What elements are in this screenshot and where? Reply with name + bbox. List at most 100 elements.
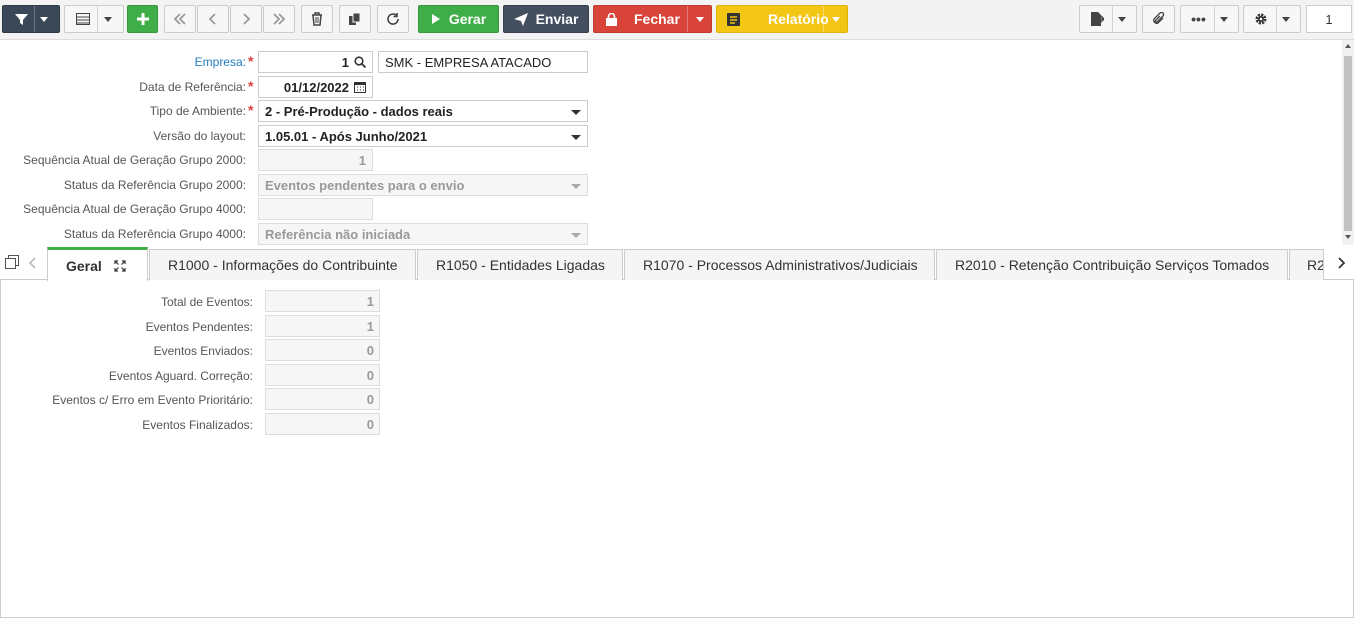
filter-dropdown-button[interactable] bbox=[2, 5, 60, 33]
fechar-dropdown-button[interactable]: Fechar bbox=[593, 5, 712, 33]
settings-dropdown-button[interactable] bbox=[1243, 5, 1301, 33]
previous-record-button[interactable] bbox=[197, 5, 229, 33]
seq-2000-field: 1 bbox=[258, 149, 373, 171]
chevron-down-icon bbox=[1219, 16, 1228, 22]
page-number-input[interactable]: 1 bbox=[1306, 5, 1352, 33]
tipo-ambiente-select[interactable]: 2 - Pré-Produção - dados reais bbox=[258, 100, 588, 122]
scroll-up-icon[interactable] bbox=[1345, 44, 1351, 48]
empresa-label[interactable]: Empresa: bbox=[195, 55, 246, 69]
chevron-down-icon bbox=[104, 16, 112, 22]
scroll-down-icon[interactable] bbox=[1345, 235, 1351, 239]
empresa-code-value: 1 bbox=[341, 54, 349, 70]
attachment-button[interactable] bbox=[1142, 5, 1175, 33]
plus-icon bbox=[136, 12, 150, 26]
chevron-down-icon bbox=[1282, 16, 1290, 22]
total-eventos-label: Total de Eventos: bbox=[160, 295, 253, 309]
grid-view-dropdown-button[interactable] bbox=[64, 5, 124, 33]
gerar-button[interactable]: Gerar bbox=[418, 5, 499, 33]
tab-r2010[interactable]: R2010 - Retenção Contribuição Serviços T… bbox=[936, 249, 1288, 280]
eventos-erro-prioritario-field: 0 bbox=[265, 388, 380, 410]
play-icon bbox=[431, 14, 441, 24]
search-icon[interactable] bbox=[354, 56, 366, 68]
total-eventos-field: 1 bbox=[265, 290, 380, 312]
status-4000-value: Referência não iniciada bbox=[265, 226, 411, 242]
tab-scroll-left-icon[interactable] bbox=[28, 257, 37, 272]
tab-r2-partial[interactable]: R2 bbox=[1289, 249, 1324, 280]
status-4000-label: Status da Referência Grupo 4000: bbox=[63, 227, 246, 241]
data-referencia-value: 01/12/2022 bbox=[283, 79, 349, 95]
empresa-code-input[interactable]: 1 bbox=[258, 51, 373, 73]
chevron-down-icon bbox=[571, 110, 581, 115]
chevron-down-icon bbox=[696, 17, 704, 22]
tab-geral[interactable]: Geral bbox=[47, 247, 148, 281]
refresh-button[interactable] bbox=[377, 5, 409, 33]
eventos-pendentes-label: Eventos Pendentes: bbox=[145, 320, 253, 334]
versao-layout-select[interactable]: 1.05.01 - Após Junho/2021 bbox=[258, 125, 588, 147]
copy-button[interactable] bbox=[339, 5, 371, 33]
chevron-down-icon bbox=[39, 16, 48, 22]
summary-row: Eventos Enviados: 0 bbox=[1, 339, 401, 361]
tab-r1050-label: R1050 - Entidades Ligadas bbox=[436, 257, 605, 273]
double-chevron-left-icon bbox=[173, 13, 187, 25]
chevron-right-icon bbox=[241, 13, 251, 25]
form-scrollbar[interactable] bbox=[1342, 40, 1354, 245]
file-export-icon bbox=[1090, 12, 1104, 26]
tab-bar: Geral R1000 - Informações do Contribuint… bbox=[0, 247, 1354, 281]
seq-4000-field bbox=[258, 198, 373, 220]
relatorio-dropdown-button[interactable]: Relatório bbox=[716, 5, 848, 33]
double-chevron-right-icon bbox=[272, 13, 286, 25]
scrollbar-thumb[interactable] bbox=[1344, 56, 1352, 231]
summary-row: Eventos c/ Erro em Evento Prioritário: 0 bbox=[1, 388, 401, 410]
last-record-button[interactable] bbox=[263, 5, 295, 33]
status-4000-row: Status da Referência Grupo 4000: Referên… bbox=[0, 223, 600, 245]
chevron-down-icon bbox=[1117, 16, 1126, 22]
data-referencia-row: Data de Referência: * 01/12/2022 bbox=[0, 76, 600, 98]
expand-icon[interactable] bbox=[114, 259, 126, 272]
eventos-finalizados-field: 0 bbox=[265, 413, 380, 435]
chevron-down-icon bbox=[571, 233, 581, 238]
tab-scroll-right-icon[interactable] bbox=[1337, 257, 1346, 272]
data-referencia-label: Data de Referência: bbox=[139, 80, 246, 94]
list-icon bbox=[76, 13, 90, 25]
geral-panel: Total de Eventos: 1 Eventos Pendentes: 1… bbox=[0, 280, 1354, 618]
paperclip-icon bbox=[1152, 12, 1166, 26]
tipo-ambiente-label: Tipo de Ambiente: bbox=[149, 104, 246, 118]
calendar-icon[interactable] bbox=[354, 81, 366, 93]
empresa-row: Empresa: * 1 SMK - EMPRESA ATACADO bbox=[0, 51, 600, 73]
data-referencia-input[interactable]: 01/12/2022 bbox=[258, 76, 373, 98]
next-record-button[interactable] bbox=[230, 5, 262, 33]
seq-2000-label: Sequência Atual de Geração Grupo 2000: bbox=[23, 153, 246, 167]
seq-4000-label: Sequência Atual de Geração Grupo 4000: bbox=[23, 202, 246, 216]
seq-4000-row: Sequência Atual de Geração Grupo 4000: bbox=[0, 198, 600, 220]
summary-row: Total de Eventos: 1 bbox=[1, 290, 401, 312]
trash-icon bbox=[311, 12, 323, 26]
chevron-down-icon bbox=[832, 17, 840, 22]
eventos-aguard-correcao-field: 0 bbox=[265, 364, 380, 386]
restore-window-icon[interactable] bbox=[5, 255, 19, 272]
first-record-button[interactable] bbox=[164, 5, 196, 33]
enviar-button[interactable]: Enviar bbox=[503, 5, 589, 33]
status-4000-select: Referência não iniciada bbox=[258, 223, 588, 245]
gerar-label: Gerar bbox=[448, 11, 487, 27]
delete-button[interactable] bbox=[301, 5, 333, 33]
ellipsis-icon: ••• bbox=[1191, 11, 1206, 27]
tipo-ambiente-value: 2 - Pré-Produção - dados reais bbox=[265, 103, 453, 119]
eventos-erro-prioritario-label: Eventos c/ Erro em Evento Prioritário: bbox=[52, 393, 253, 407]
tab-geral-label: Geral bbox=[66, 257, 102, 274]
refresh-icon bbox=[386, 12, 400, 26]
tab-r1000[interactable]: R1000 - Informações do Contribuinte bbox=[149, 249, 416, 280]
more-options-dropdown-button[interactable]: ••• bbox=[1180, 5, 1239, 33]
tab-r2-label: R2 bbox=[1307, 257, 1324, 273]
report-icon bbox=[727, 12, 740, 26]
export-dropdown-button[interactable] bbox=[1079, 5, 1137, 33]
status-2000-select: Eventos pendentes para o envio bbox=[258, 174, 588, 196]
empresa-name-field: SMK - EMPRESA ATACADO bbox=[378, 51, 588, 73]
tab-r1050[interactable]: R1050 - Entidades Ligadas bbox=[417, 249, 623, 280]
enviar-label: Enviar bbox=[535, 11, 579, 27]
eventos-aguard-correcao-label: Eventos Aguard. Correção: bbox=[108, 369, 253, 383]
summary-row: Eventos Pendentes: 1 bbox=[1, 315, 401, 337]
versao-layout-label: Versão do layout: bbox=[153, 129, 246, 143]
eventos-enviados-label: Eventos Enviados: bbox=[153, 344, 253, 358]
add-button[interactable] bbox=[127, 5, 158, 33]
tab-r1070[interactable]: R1070 - Processos Administrativos/Judici… bbox=[624, 249, 935, 280]
